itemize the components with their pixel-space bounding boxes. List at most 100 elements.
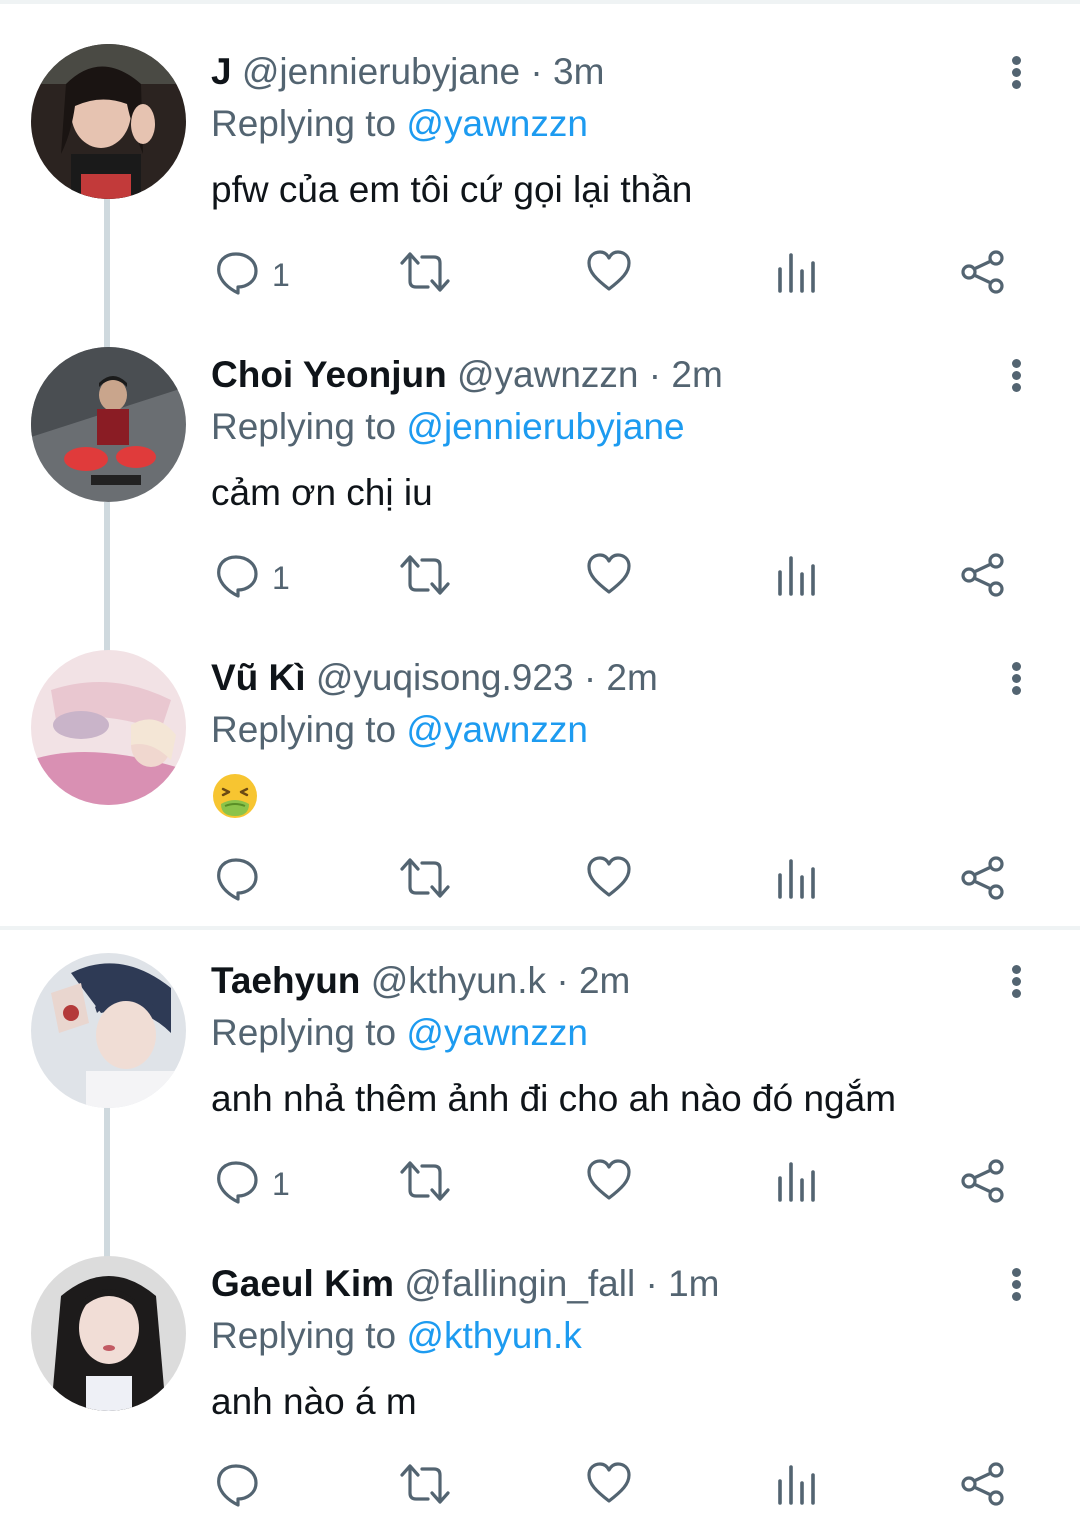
tweet-text: cảm ơn chị iu: [211, 472, 433, 513]
avatar-image: [31, 650, 186, 805]
separator-dot: ·: [645, 1263, 658, 1304]
reply-icon: [217, 858, 258, 901]
replying-label: Replying to: [211, 709, 397, 750]
mention-link[interactable]: @jennierubyjane: [406, 406, 684, 447]
separator-dot: ·: [648, 354, 662, 395]
timestamp[interactable]: 1m: [668, 1263, 719, 1304]
separator-dot: ·: [530, 51, 543, 92]
replying-label: Replying to: [211, 103, 397, 144]
avatar[interactable]: [31, 44, 186, 199]
retweet-button[interactable]: [398, 249, 452, 301]
reply-button[interactable]: 1: [214, 1158, 304, 1210]
more-vertical-icon[interactable]: [1000, 656, 1034, 700]
share-button[interactable]: [960, 1158, 1006, 1210]
share-button[interactable]: [960, 855, 1006, 907]
reply-icon: [217, 555, 258, 598]
tweet-text: anh nhả thêm ảnh đi cho ah nào đó ngắm: [211, 1078, 897, 1119]
tweet-header: Choi Yeonjun @yawnzzn · 2m: [211, 353, 723, 397]
display-name[interactable]: Vũ Kì: [211, 657, 306, 698]
heart-icon: [587, 553, 631, 594]
replying-to: Replying to @jennierubyjane: [211, 405, 685, 449]
replying-to: Replying to @kthyun.k: [211, 1314, 582, 1358]
display-name[interactable]: Choi Yeonjun: [211, 354, 447, 395]
separator-dot: ·: [583, 657, 597, 698]
reply-icon: [217, 1464, 258, 1507]
replying-to: Replying to @yawnzzn: [211, 708, 588, 752]
avatar-image: [31, 953, 186, 1108]
display-name[interactable]: Taehyun: [211, 960, 360, 1001]
retweet-icon: [400, 1161, 450, 1201]
timestamp[interactable]: 2m: [671, 354, 722, 395]
tweet-2[interactable]: Choi Yeonjun @yawnzzn · 2m Replying to @…: [0, 303, 1080, 652]
like-button[interactable]: [586, 552, 632, 604]
like-button[interactable]: [586, 855, 632, 907]
retweet-button[interactable]: [398, 552, 452, 604]
mention-link[interactable]: @yawnzzn: [406, 709, 588, 750]
share-button[interactable]: [960, 552, 1006, 604]
user-handle[interactable]: @fallingin_fall: [404, 1263, 635, 1304]
avatar[interactable]: [31, 347, 186, 502]
mention-link[interactable]: @yawnzzn: [406, 103, 588, 144]
tweet-3[interactable]: Vũ Kì @yuqisong.923 · 2m Replying to @ya…: [0, 606, 1080, 909]
views-button[interactable]: [777, 249, 817, 301]
avatar-image: [31, 44, 186, 199]
user-handle[interactable]: @yuqisong.923: [316, 657, 574, 698]
like-button[interactable]: [586, 249, 632, 301]
timestamp[interactable]: 2m: [579, 960, 630, 1001]
retweet-icon: [400, 555, 450, 595]
views-button[interactable]: [777, 552, 817, 604]
reply-count: 1: [272, 257, 290, 293]
heart-icon: [587, 1159, 631, 1200]
tweet-text: anh nào á m: [211, 1381, 417, 1422]
share-icon: [961, 1462, 1004, 1506]
timestamp[interactable]: 3m: [553, 51, 604, 92]
retweet-icon: [400, 858, 450, 898]
more-vertical-icon[interactable]: [1000, 959, 1034, 1003]
avatar[interactable]: [31, 1256, 186, 1411]
like-button[interactable]: [586, 1461, 632, 1513]
display-name[interactable]: Gaeul Kim: [211, 1263, 394, 1304]
heart-icon: [587, 250, 631, 291]
share-button[interactable]: [960, 1461, 1006, 1513]
reply-button[interactable]: 1: [214, 552, 304, 604]
replying-label: Replying to: [211, 406, 397, 447]
like-button[interactable]: [586, 1158, 632, 1210]
user-handle[interactable]: @kthyun.k: [371, 960, 546, 1001]
avatar[interactable]: [31, 650, 186, 805]
separator-dot: ·: [556, 960, 569, 1001]
retweet-icon: [400, 252, 450, 292]
tweet-4[interactable]: Taehyun @kthyun.k · 2m Replying to @yawn…: [0, 909, 1080, 1258]
timestamp[interactable]: 2m: [606, 657, 657, 698]
retweet-button[interactable]: [398, 1461, 452, 1513]
tweet-1[interactable]: J @jennierubyjane · 3m Replying to @yawn…: [0, 0, 1080, 349]
share-icon: [961, 250, 1004, 294]
retweet-button[interactable]: [398, 1158, 452, 1210]
views-icon: [778, 556, 815, 596]
reply-button[interactable]: [214, 1461, 304, 1513]
user-handle[interactable]: @yawnzzn: [457, 354, 639, 395]
more-vertical-icon[interactable]: [1000, 353, 1034, 397]
tweet-actions: [0, 1437, 1080, 1527]
avatar[interactable]: [31, 953, 186, 1108]
views-button[interactable]: [777, 1158, 817, 1210]
more-vertical-icon[interactable]: [1000, 1262, 1034, 1306]
retweet-button[interactable]: [398, 855, 452, 907]
heart-icon: [587, 1462, 631, 1503]
mention-link[interactable]: @yawnzzn: [406, 1012, 588, 1053]
user-handle[interactable]: @jennierubyjane: [242, 51, 520, 92]
share-button[interactable]: [960, 249, 1006, 301]
mention-link[interactable]: @kthyun.k: [406, 1315, 581, 1356]
views-button[interactable]: [777, 1461, 817, 1513]
avatar-image: [31, 1256, 186, 1411]
tweet-5[interactable]: Gaeul Kim @fallingin_fall · 1m Replying …: [0, 1212, 1080, 1515]
views-button[interactable]: [777, 855, 817, 907]
display-name[interactable]: J: [211, 51, 232, 92]
replying-label: Replying to: [211, 1012, 397, 1053]
share-icon: [961, 856, 1004, 900]
reply-button[interactable]: [214, 855, 304, 907]
share-icon: [961, 1159, 1004, 1203]
retweet-icon: [400, 1464, 450, 1504]
more-vertical-icon[interactable]: [1000, 50, 1034, 94]
views-icon: [778, 1465, 815, 1505]
reply-button[interactable]: 1: [214, 249, 304, 301]
